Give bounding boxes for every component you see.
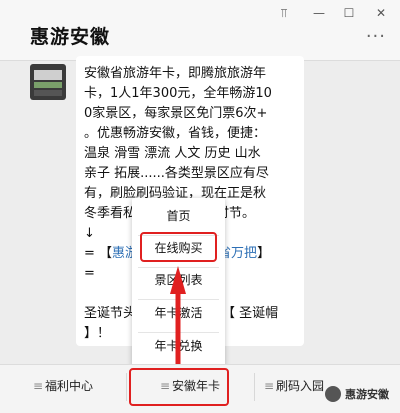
wechat-logo-icon	[325, 386, 341, 402]
red-arrow-annotation	[170, 266, 186, 366]
watermark: 惠游安徽	[325, 385, 389, 403]
highlight-box-anhui-card	[129, 368, 229, 406]
menu-tab-label: 福利中心	[45, 379, 94, 393]
menu-tab-label: 刷码入园	[276, 379, 325, 393]
watermark-text: 惠游安徽	[345, 388, 389, 401]
menu-lines-icon: ≡	[32, 379, 44, 393]
menu-tab-welfare[interactable]: ≡ 福利中心	[0, 365, 126, 413]
menu-lines-icon: ≡	[263, 379, 275, 393]
menu-tab-scan-entry[interactable]: ≡ 刷码入园	[254, 365, 334, 413]
